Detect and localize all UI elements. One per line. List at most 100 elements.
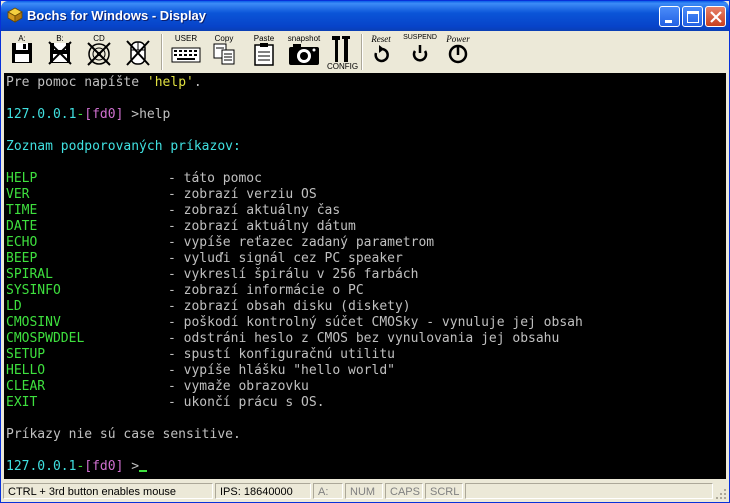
- command-description: - zobrazí aktuálny čas: [168, 203, 341, 218]
- command-row: SPIRAL - vykreslí špirálu v 256 farbách: [6, 267, 418, 283]
- command-row: DATE - zobrazí aktuálny dátum: [6, 219, 356, 235]
- console-screen[interactable]: Pre pomoc napíšte 'help'. 127.0.0.1-[fd0…: [4, 73, 726, 479]
- copy-button[interactable]: Copy: [209, 31, 239, 73]
- command-name: BEEP: [6, 251, 38, 266]
- toolbar: A: B: CD USER Copy Paste snapshot CONFIG…: [1, 31, 729, 73]
- close-icon: [710, 11, 722, 23]
- command-name: VER: [6, 187, 30, 202]
- copy-icon: [213, 43, 235, 65]
- command-row: CMOSPWDDEL - odstráni heslo z CMOS bez vy…: [6, 331, 559, 347]
- command-description: - vypíše hlášku "hello world": [168, 363, 395, 378]
- suspend-button[interactable]: SUSPEND: [403, 31, 437, 73]
- prompt-line: 127.0.0.1-[fd0] >help: [6, 107, 170, 123]
- command-description: - zobrazí aktuálny dátum: [168, 219, 356, 234]
- reset-arrow-icon: [374, 45, 389, 63]
- power-button[interactable]: Power: [441, 31, 475, 73]
- toolbar-separator: [361, 34, 363, 70]
- maximize-icon: [687, 11, 699, 23]
- command-row: SETUP - spustí konfiguračnú utilitu: [6, 347, 395, 363]
- command-row: EXIT - ukončí prácu s OS.: [6, 395, 325, 411]
- prompt-command: help: [139, 107, 171, 122]
- cdrom-disabled-icon: [87, 42, 111, 66]
- help-hint-command: 'help': [146, 75, 194, 90]
- mouse-disabled-icon: [126, 40, 150, 66]
- caps-lock-indicator: CAPS: [385, 483, 423, 499]
- status-blank-panel: [465, 483, 713, 499]
- command-name: LD: [6, 299, 22, 314]
- command-description: - odstráni heslo z CMOS bez vynulovania …: [168, 331, 560, 346]
- command-row: HELP - táto pomoc: [6, 171, 262, 187]
- camera-icon: [289, 44, 319, 65]
- command-description: - poškodí kontrolný súčet CMOSky - vynul…: [168, 315, 583, 330]
- command-description: - vymaže obrazovku: [168, 379, 309, 394]
- command-row: VER - zobrazí verziu OS: [6, 187, 317, 203]
- command-name: TIME: [6, 203, 38, 218]
- user-button[interactable]: USER: [169, 31, 203, 73]
- command-row: ECHO - vypíše reťazec zadaný parametrom: [6, 235, 434, 251]
- command-description: - vypíše reťazec zadaný parametrom: [168, 235, 435, 250]
- floppy-a-button[interactable]: A:: [7, 31, 37, 73]
- command-row: LD - zobrazí obsah disku (diskety): [6, 299, 411, 315]
- command-description: - spustí konfiguračnú utilitu: [168, 347, 395, 362]
- help-hint-period: .: [193, 75, 202, 90]
- command-name: CMOSPWDDEL: [6, 331, 85, 346]
- minimize-button[interactable]: [659, 6, 680, 27]
- command-description: - táto pomoc: [168, 171, 262, 186]
- help-hint-text: Pre pomoc napíšte: [6, 75, 147, 90]
- paste-icon: [254, 43, 274, 66]
- floppy-b-button[interactable]: B:: [45, 31, 75, 73]
- text-cursor: [139, 470, 148, 472]
- command-row: CMOSINV - poškodí kontrolný súčet CMOSky …: [6, 315, 583, 331]
- command-name: SYSINFO: [6, 283, 61, 298]
- command-row: CLEAR - vymaže obrazovku: [6, 379, 309, 395]
- case-note: Príkazy nie sú case sensitive.: [6, 427, 241, 442]
- cdrom-button[interactable]: CD: [83, 31, 115, 73]
- resize-grip-icon[interactable]: [715, 488, 727, 500]
- active-prompt-line[interactable]: 127.0.0.1-[fd0] >: [6, 459, 148, 475]
- floppy-disk-icon: [12, 43, 32, 63]
- reset-button[interactable]: Reset: [365, 31, 397, 73]
- keyboard-icon: [171, 47, 201, 63]
- command-name: CLEAR: [6, 379, 46, 394]
- command-row: HELLO - vypíše hlášku "hello world": [6, 363, 395, 379]
- command-name: SETUP: [6, 347, 46, 362]
- drive-panel: A:: [313, 483, 343, 499]
- command-description: - zobrazí verziu OS: [168, 187, 317, 202]
- bochs-app-icon[interactable]: [7, 7, 23, 23]
- status-bar: CTRL + 3rd button enables mouse IPS: 186…: [1, 481, 729, 502]
- paste-button[interactable]: Paste: [249, 31, 279, 73]
- mouse-button[interactable]: [123, 31, 153, 73]
- close-button[interactable]: [705, 6, 726, 27]
- command-name: CMOSINV: [6, 315, 61, 330]
- command-name: SPIRAL: [6, 267, 53, 282]
- suspend-icon: [412, 45, 428, 62]
- command-row: TIME - zobrazí aktuálny čas: [6, 203, 340, 219]
- config-label: CONFIG: [327, 62, 359, 71]
- num-lock-indicator: NUM: [345, 483, 383, 499]
- prompt-arrow: >: [123, 459, 140, 474]
- toolbar-separator: [161, 34, 163, 70]
- prompt-host: 127.0.0.1: [6, 459, 77, 474]
- title-bar[interactable]: Bochs for Windows - Display: [1, 1, 729, 31]
- minimize-icon: [665, 20, 672, 23]
- scroll-lock-indicator: SCRL: [425, 483, 463, 499]
- command-name: HELP: [6, 171, 38, 186]
- command-name: HELLO: [6, 363, 46, 378]
- power-icon: [448, 44, 468, 64]
- bochs-window: Bochs for Windows - Display A: B: CD USE…: [0, 0, 730, 503]
- command-name: ECHO: [6, 235, 38, 250]
- command-description: - zobrazí informácie o PC: [168, 283, 364, 298]
- window-title: Bochs for Windows - Display: [27, 8, 207, 23]
- command-description: - vyluďi signál cez PC speaker: [168, 251, 403, 266]
- command-name: DATE: [6, 219, 38, 234]
- command-row: BEEP - vyluďi signál cez PC speaker: [6, 251, 403, 267]
- maximize-button[interactable]: [682, 6, 703, 27]
- help-hint-line: Pre pomoc napíšte 'help'.: [6, 75, 202, 91]
- floppy-disk-disabled-icon: [48, 41, 72, 65]
- prompt-drive: [fd0]: [84, 107, 124, 122]
- prompt-host: 127.0.0.1: [6, 107, 77, 122]
- command-row: SYSINFO - zobrazí informácie o PC: [6, 283, 364, 299]
- config-button[interactable]: CONFIG: [327, 31, 359, 73]
- command-name: EXIT: [6, 395, 38, 410]
- snapshot-button[interactable]: snapshot: [285, 31, 323, 73]
